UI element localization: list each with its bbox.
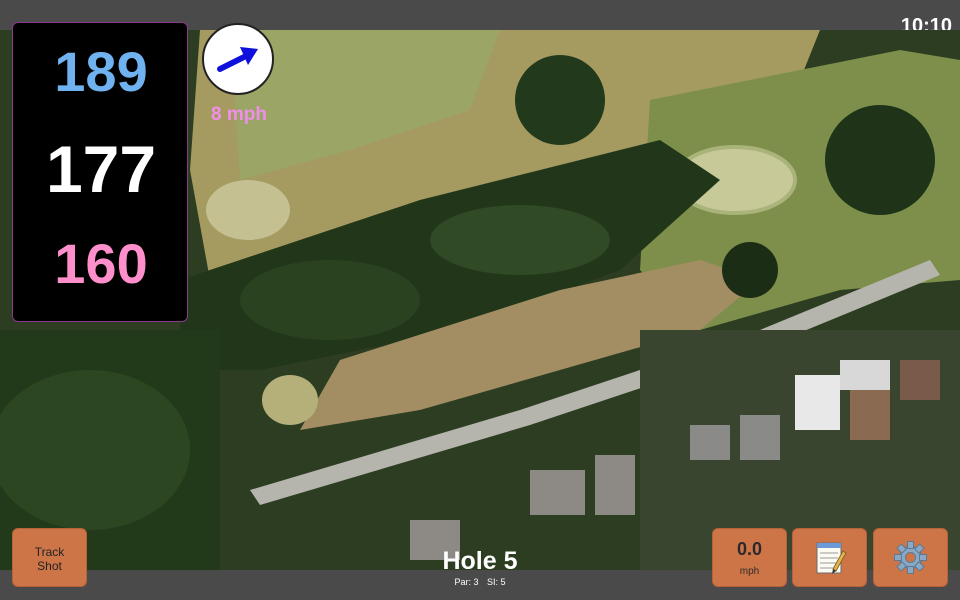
house xyxy=(740,415,780,460)
hole-par: Par: 3 xyxy=(454,577,479,587)
front-yardage: 160 xyxy=(54,232,148,295)
hole-si: SI: 5 xyxy=(487,577,506,587)
notes-button[interactable] xyxy=(792,528,867,587)
house xyxy=(530,470,585,515)
track-shot-button[interactable]: Track Shot xyxy=(12,528,87,587)
house xyxy=(795,375,840,430)
notepad-icon xyxy=(816,542,847,574)
speed-value: 0.0 xyxy=(736,539,763,559)
house xyxy=(690,425,730,460)
hole-title: Hole 5 xyxy=(442,547,518,575)
gear-icon xyxy=(894,541,927,574)
track-shot-label-line1: Track xyxy=(34,545,65,559)
house xyxy=(900,360,940,400)
green-lower-left xyxy=(262,375,318,425)
middle-yardage: 177 xyxy=(45,132,157,206)
house xyxy=(595,455,635,515)
green-upper-left xyxy=(206,180,290,240)
wind-speed: 8 mph xyxy=(211,104,267,125)
back-yardage: 189 xyxy=(54,40,148,103)
house xyxy=(850,390,890,440)
arrow-icon xyxy=(217,47,258,72)
house xyxy=(840,360,890,390)
hole-info: Par: 3 SI: 5 xyxy=(380,577,580,587)
wind-indicator xyxy=(202,23,274,95)
track-shot-label-line2: Shot xyxy=(37,559,62,573)
settings-button[interactable] xyxy=(873,528,948,587)
yardage-panel: 189 177 160 xyxy=(12,22,188,322)
speed-button[interactable]: 0.0 mph xyxy=(712,528,787,587)
speed-unit: mph xyxy=(739,566,760,577)
